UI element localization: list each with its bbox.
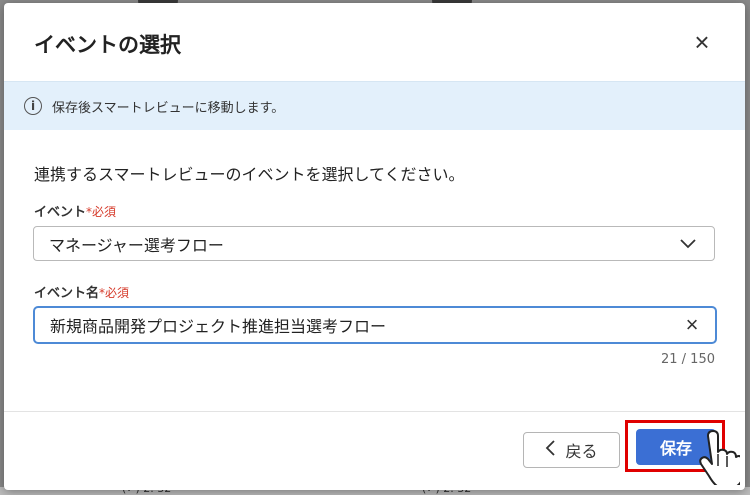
footer-divider [4,411,745,412]
event-field-label: イベント*必須 [34,201,116,220]
close-icon: × [685,312,699,337]
event-select-dialog: イベントの選択 × i 保存後スマートレビューに移動します。 連携するスマートレ… [4,3,745,490]
event-name-field-label: イベント名*必須 [34,282,129,301]
hand-cursor-icon [699,430,740,485]
event-name-field: × [33,306,717,344]
info-icon: i [24,97,42,115]
character-counter: 21 / 150 [661,352,715,367]
back-button-label: 戻る [565,442,598,461]
event-select[interactable]: マネージャー選考フロー [33,226,715,261]
info-banner-text: 保存後スマートレビューに移動します。 [52,100,285,116]
event-select-value: マネージャー選考フロー [49,235,224,255]
close-icon: × [694,27,710,57]
back-button[interactable]: 戻る [523,432,620,468]
event-label-text: イベント [34,205,87,220]
chevron-down-icon [674,238,702,249]
chevron-left-icon [545,439,556,461]
required-mark: *必須 [99,286,130,300]
dialog-title: イベントの選択 [34,33,181,57]
instruction-text: 連携するスマートレビューのイベントを選択してください。 [34,165,465,184]
clear-input-button[interactable]: × [677,310,707,340]
event-name-label-text: イベント名 [34,286,100,301]
required-mark: *必須 [86,205,117,219]
event-name-input[interactable] [48,314,677,336]
close-button[interactable]: × [689,29,715,55]
save-button-label: 保存 [660,439,693,458]
info-banner: i 保存後スマートレビューに移動します。 [4,81,745,130]
